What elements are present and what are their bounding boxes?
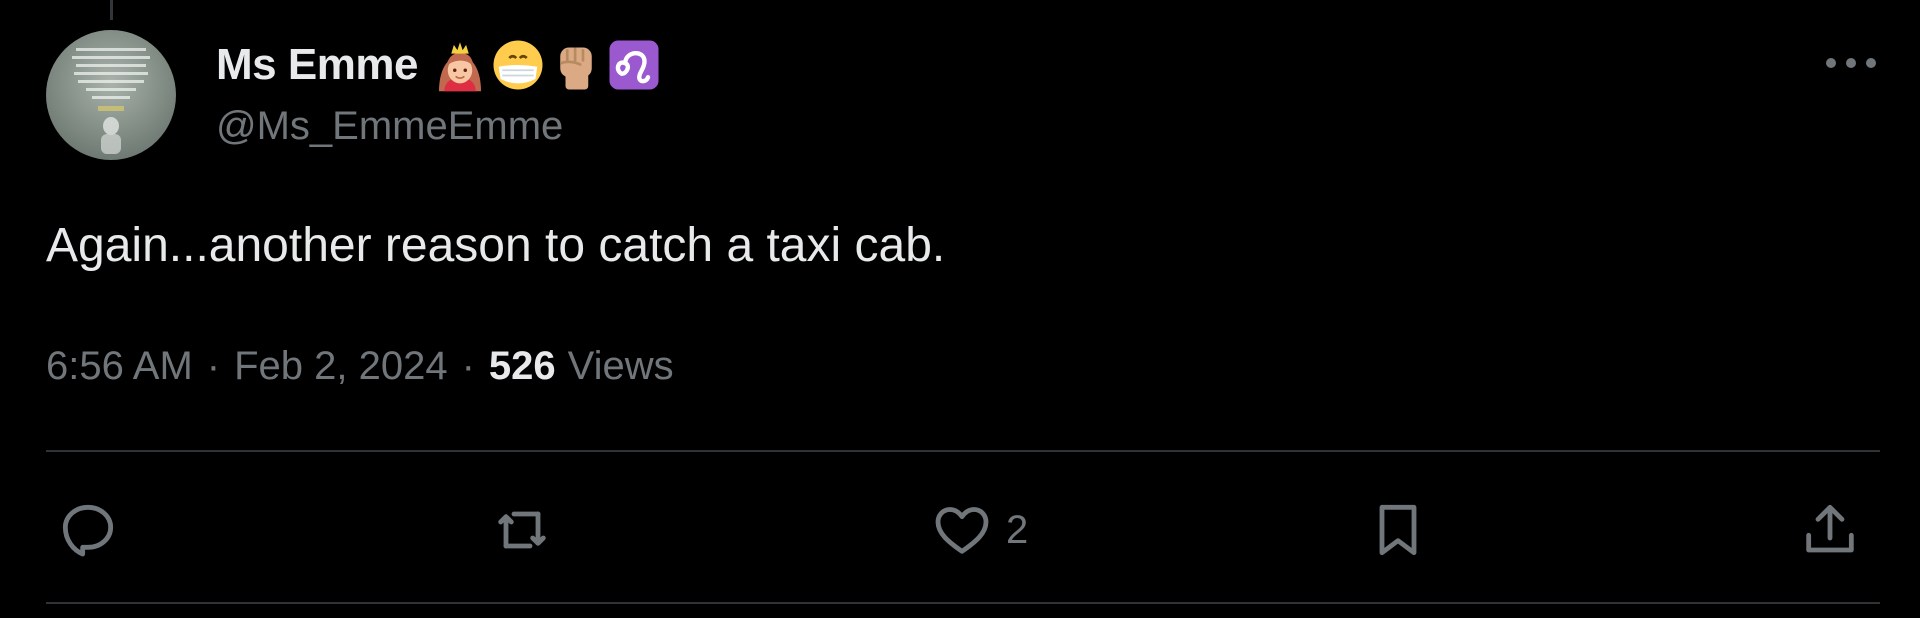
name-emojis — [432, 37, 662, 93]
bookmark-icon — [1379, 504, 1417, 556]
raised-fist-emoji — [559, 47, 592, 90]
more-dot — [1866, 58, 1876, 68]
divider-bottom — [46, 602, 1880, 604]
more-dot — [1846, 58, 1856, 68]
author-name-row[interactable]: Ms Emme — [216, 36, 662, 94]
like-count: 2 — [1006, 507, 1029, 552]
meta-separator: · — [461, 344, 475, 388]
tweet-date[interactable]: Feb 2, 2024 — [234, 344, 448, 389]
tweet-text: Again...another reason to catch a taxi c… — [46, 219, 946, 272]
retweet-icon — [498, 511, 546, 549]
avatar-image — [72, 48, 150, 154]
heart-icon — [935, 507, 989, 554]
princess-emoji — [438, 42, 481, 92]
meta-separator: · — [206, 344, 221, 388]
author-handle[interactable]: @Ms_EmmeEmme — [216, 104, 563, 149]
display-name[interactable]: Ms Emme — [216, 40, 418, 90]
share-icon — [1806, 504, 1854, 553]
more-dots-icon[interactable] — [1826, 50, 1876, 76]
reply-icon — [62, 504, 114, 557]
leo-emoji — [609, 40, 659, 90]
more-dot — [1826, 58, 1836, 68]
avatar[interactable] — [46, 30, 176, 160]
tweet-meta: 6:56 AM · Feb 2, 2024 · 526 Views — [46, 344, 674, 389]
face-with-medical-mask-emoji — [493, 40, 543, 90]
bookmark-button[interactable] — [1366, 498, 1430, 562]
like-button[interactable]: 2 — [930, 498, 1028, 562]
retweet-button[interactable] — [490, 498, 554, 562]
tweet-time[interactable]: 6:56 AM — [46, 344, 193, 389]
views-label[interactable]: Views — [568, 344, 674, 389]
divider-top — [46, 450, 1880, 452]
share-button[interactable] — [1798, 498, 1862, 562]
thread-connector-line — [110, 0, 113, 20]
views-count[interactable]: 526 — [489, 344, 556, 389]
reply-button[interactable] — [56, 498, 120, 562]
